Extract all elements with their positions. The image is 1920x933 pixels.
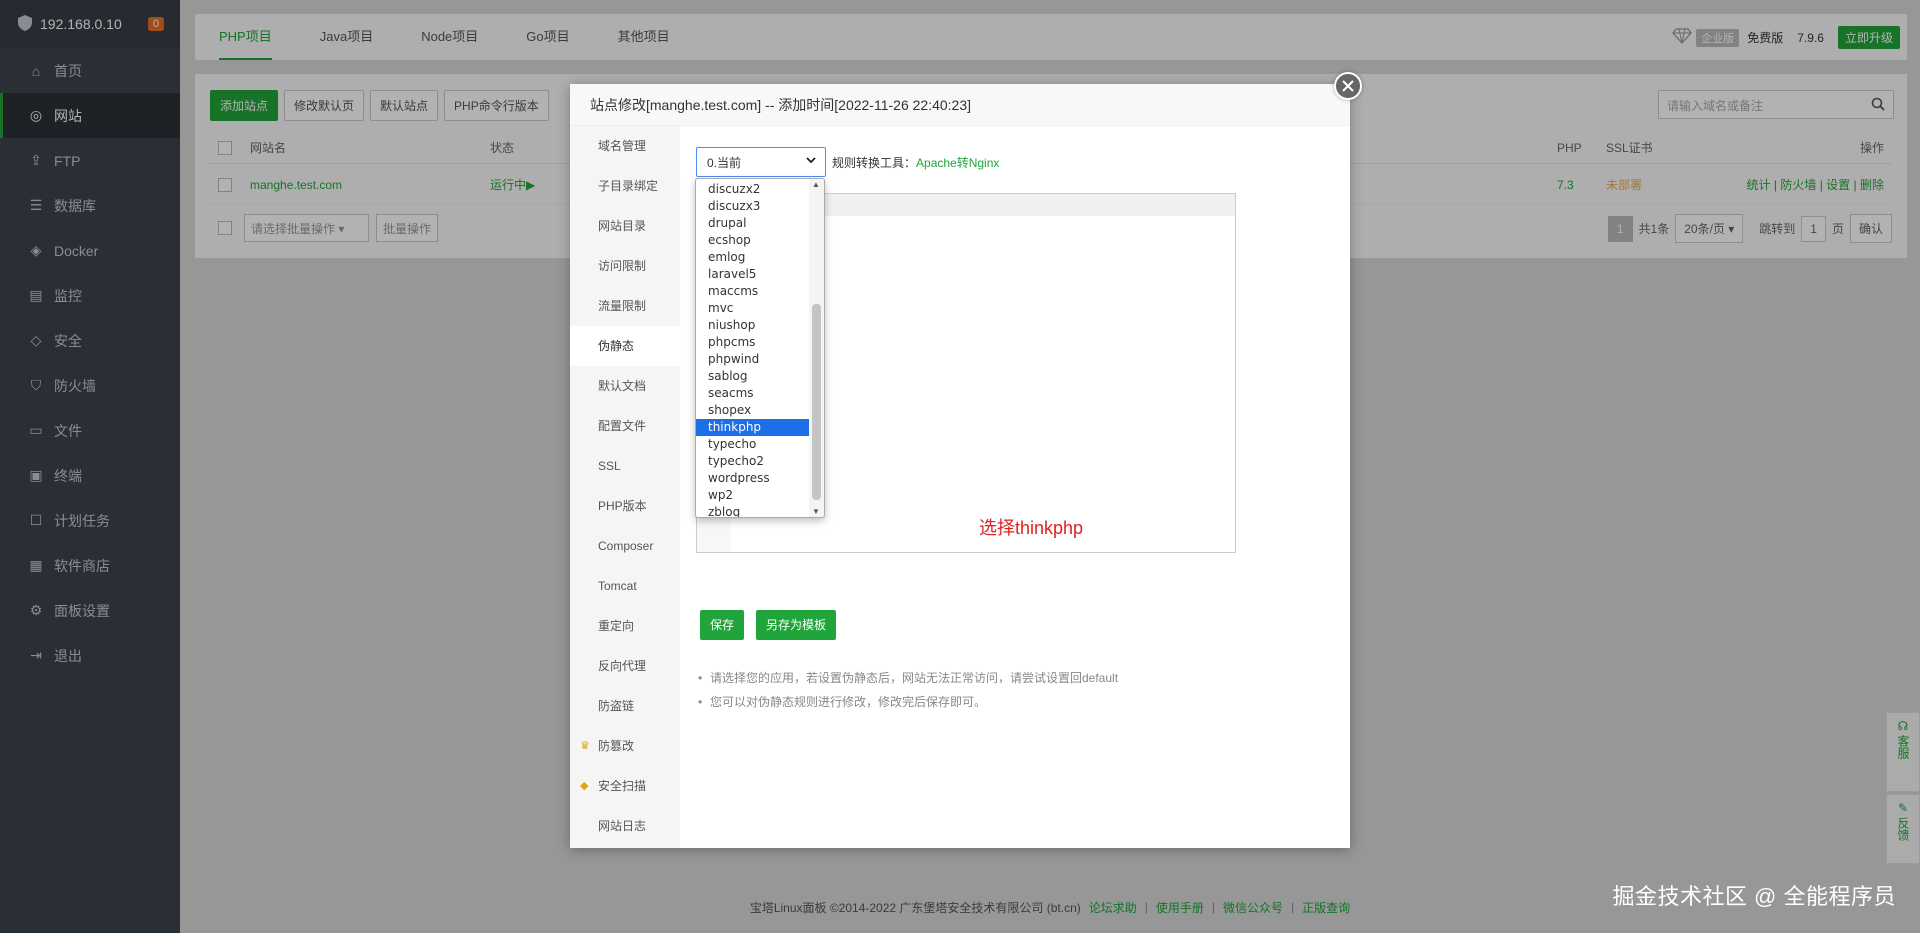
modal-nav-item[interactable]: 访问限制 xyxy=(570,246,680,286)
modal-nav-item[interactable]: 默认文档 xyxy=(570,366,680,406)
dropdown-option[interactable]: thinkphp xyxy=(696,419,809,436)
dropdown-option[interactable]: phpwind xyxy=(696,351,809,368)
dropdown-option[interactable]: wp2 xyxy=(696,487,809,504)
dropdown-option[interactable]: mvc xyxy=(696,300,809,317)
modal-nav-item[interactable]: 反向代理 xyxy=(570,646,680,686)
modal-nav-label: 默认文档 xyxy=(598,379,647,393)
dropdown-option[interactable]: typecho xyxy=(696,436,809,453)
modal-nav-label: 网站日志 xyxy=(598,819,647,833)
converter-label: 规则转换工具： xyxy=(832,156,917,170)
modal-nav-label: Composer xyxy=(598,539,654,553)
dropdown-option[interactable]: wordpress xyxy=(696,470,809,487)
watermark: 掘金技术社区 @ 全能程序员 xyxy=(1612,884,1896,909)
diamond-icon: ◆ xyxy=(580,780,589,792)
modal-nav-label: 域名管理 xyxy=(598,139,647,153)
modal-nav: 域名管理子目录绑定网站目录访问限制流量限制伪静态默认文档配置文件 SSL PHP版本… xyxy=(570,126,680,848)
modal-nav-label: 子目录绑定 xyxy=(598,179,659,193)
dropdown-option[interactable]: niushop xyxy=(696,317,809,334)
close-icon[interactable] xyxy=(1334,72,1362,100)
dropdown-option[interactable]: discuzx3 xyxy=(696,198,809,215)
modal-nav-label: 安全扫描 xyxy=(598,779,647,793)
modal-nav-label: 重定向 xyxy=(598,619,635,633)
dropdown-option[interactable]: typecho2 xyxy=(696,453,809,470)
dropdown-option[interactable]: discuzx2 xyxy=(696,181,809,198)
dropdown-scrollbar[interactable]: ▲ ▼ xyxy=(809,179,824,517)
apache-to-nginx-link[interactable]: Apache转Nginx xyxy=(916,156,999,170)
modal-nav-item[interactable]: Tomcat xyxy=(570,566,680,606)
modal-nav-item[interactable]: PHP版本 xyxy=(570,486,680,526)
scroll-down-icon[interactable]: ▼ xyxy=(812,507,820,516)
modal-nav-item[interactable]: 配置文件 xyxy=(570,406,680,446)
modal-nav-label: 伪静态 xyxy=(598,339,635,353)
rewrite-template-select[interactable]: 0.当前 xyxy=(696,147,826,177)
dropdown-option[interactable]: drupal xyxy=(696,215,809,232)
save-as-template-button[interactable]: 另存为模板 xyxy=(756,610,837,640)
modal-nav-item[interactable]: 网站日志 xyxy=(570,806,680,846)
annotation-hint: 选择thinkphp xyxy=(979,518,1084,538)
modal-title: 站点修改[manghe.test.com] -- 添加时间[2022-11-26… xyxy=(570,84,1350,126)
modal-nav-item[interactable]: 子目录绑定 xyxy=(570,166,680,206)
dropdown-option[interactable]: seacms xyxy=(696,385,809,402)
dropdown-option[interactable]: phpcms xyxy=(696,334,809,351)
modal-nav-label: 防篡改 xyxy=(598,739,635,753)
tips-list: 请选择您的应用，若设置伪静态后，网站无法正常访问，请尝试设置回default 您… xyxy=(696,666,1118,714)
modal-nav-label: 流量限制 xyxy=(598,299,647,313)
dropdown-option[interactable]: shopex xyxy=(696,402,809,419)
tip-item: 您可以对伪静态规则进行修改，修改完后保存即可。 xyxy=(696,690,1118,714)
dropdown-option[interactable]: laravel5 xyxy=(696,266,809,283)
modal-nav-label: 网站目录 xyxy=(598,219,647,233)
modal-nav-item[interactable]: ♛ 防篡改 xyxy=(570,726,680,766)
modal-nav-item[interactable]: 流量限制 xyxy=(570,286,680,326)
modal-nav-label: 防盗链 xyxy=(598,699,635,713)
chevron-down-icon xyxy=(805,154,817,169)
modal-nav-label: 配置文件 xyxy=(598,419,647,433)
modal-nav-item[interactable]: 伪静态 xyxy=(570,326,680,366)
modal-nav-label: 访问限制 xyxy=(598,259,647,273)
modal-nav-item[interactable]: 防盗链 xyxy=(570,686,680,726)
modal-nav-item[interactable]: Composer xyxy=(570,526,680,566)
dropdown-option[interactable]: sablog xyxy=(696,368,809,385)
modal-nav-item[interactable]: 网站目录 xyxy=(570,206,680,246)
dropdown-option[interactable]: maccms xyxy=(696,283,809,300)
modal-nav-item[interactable]: SSL xyxy=(570,446,680,486)
dropdown-option[interactable]: ecshop xyxy=(696,232,809,249)
save-button[interactable]: 保存 xyxy=(700,610,745,640)
modal-nav-item[interactable]: ◆ 安全扫描 xyxy=(570,766,680,806)
dropdown-option[interactable]: emlog xyxy=(696,249,809,266)
modal-nav-label: PHP版本 xyxy=(598,499,647,513)
dropdown-option[interactable]: zblog xyxy=(696,504,809,517)
modal-nav-item[interactable]: 重定向 xyxy=(570,606,680,646)
modal-nav-label: 反向代理 xyxy=(598,659,647,673)
crown-icon: ♛ xyxy=(580,740,590,752)
modal-nav-label: SSL xyxy=(598,459,621,473)
scroll-up-icon[interactable]: ▲ xyxy=(812,180,820,189)
rewrite-options-dropdown: discuzx2 discuzx3 drupal ecshop emlog laravel… xyxy=(695,178,825,518)
modal-nav-label: Tomcat xyxy=(598,579,637,593)
site-edit-modal: 站点修改[manghe.test.com] -- 添加时间[2022-11-26… xyxy=(570,84,1350,848)
converter-tool: 规则转换工具：Apache转Nginx xyxy=(832,154,999,171)
tip-item: 请选择您的应用，若设置伪静态后，网站无法正常访问，请尝试设置回default xyxy=(696,666,1118,690)
rewrite-select-value: 0.当前 xyxy=(707,156,742,170)
modal-nav-item[interactable]: 域名管理 xyxy=(570,126,680,166)
scroll-thumb[interactable] xyxy=(812,304,821,500)
